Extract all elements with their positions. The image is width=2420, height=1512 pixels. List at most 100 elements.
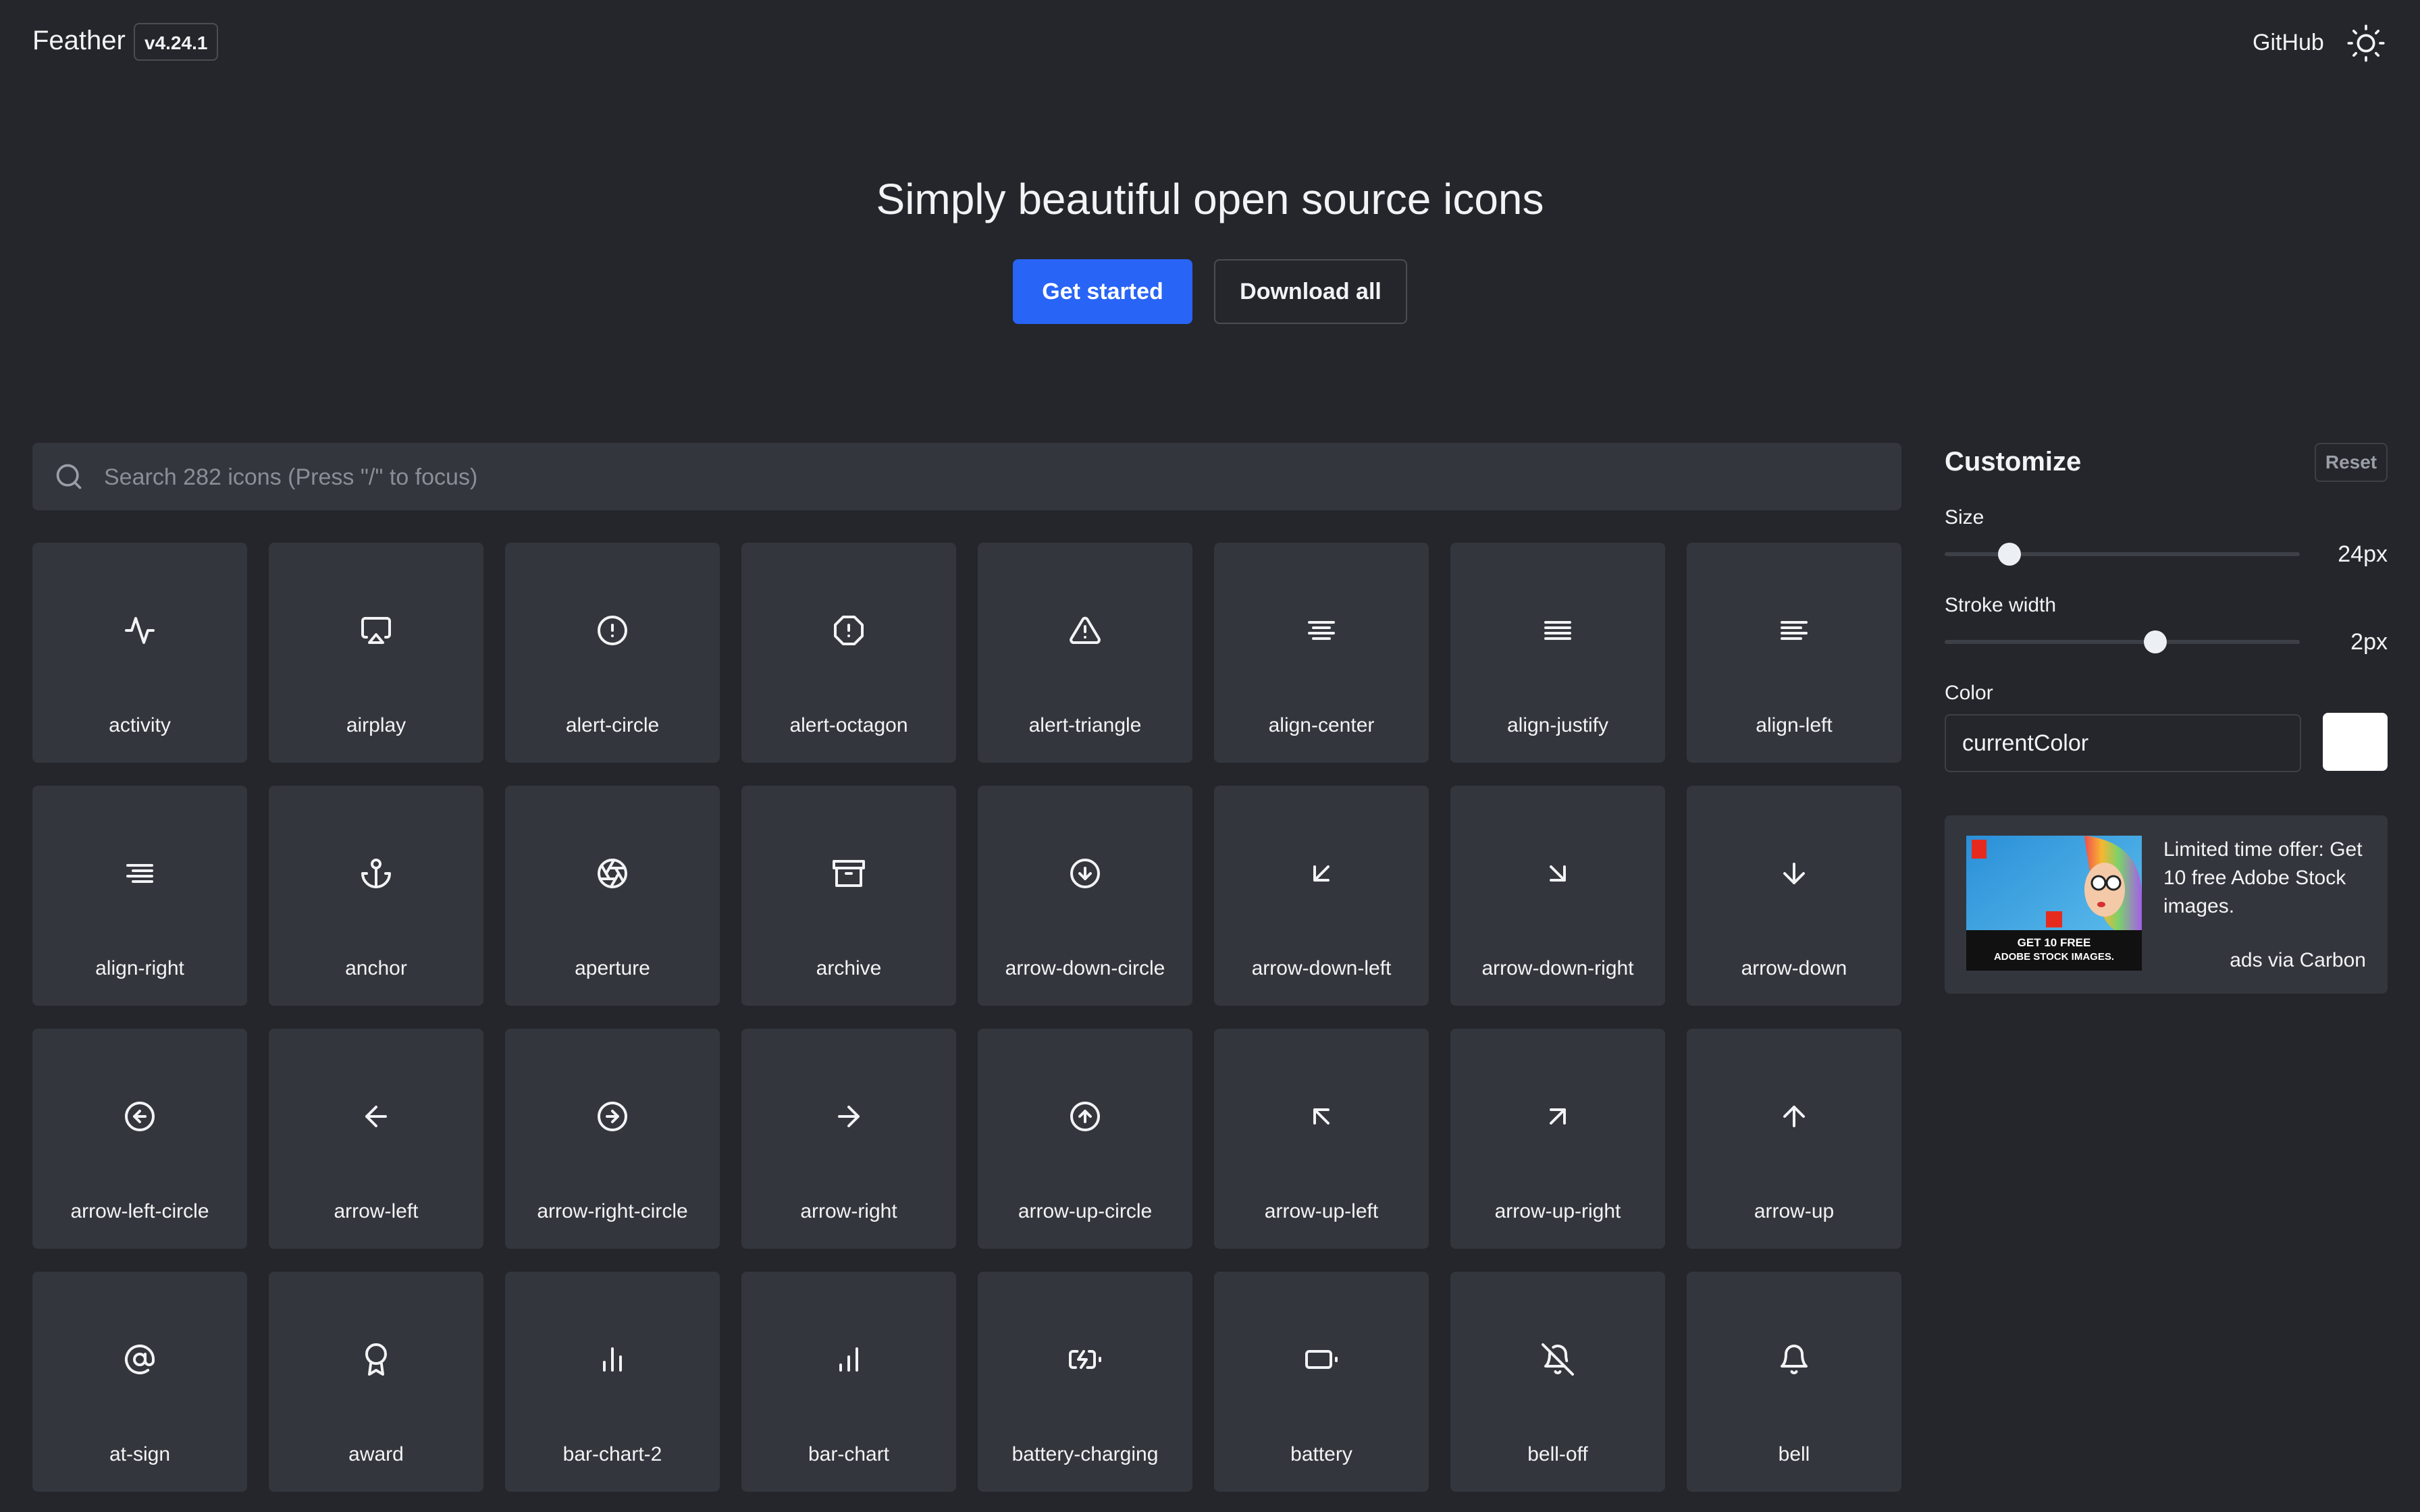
- anchor-icon: [361, 859, 391, 888]
- arrow-up-icon: [1783, 1106, 1805, 1127]
- carbon-ad[interactable]: GET 10 FREE ADOBE STOCK IMAGES. Limited …: [1945, 815, 2388, 994]
- search-bar[interactable]: [32, 443, 1901, 512]
- icon-tile-align-center[interactable]: align-center: [1214, 543, 1429, 763]
- icon-label: align-justify: [1506, 714, 1609, 736]
- icon-label: bell-off: [1527, 1443, 1588, 1465]
- logo[interactable]: Feather: [32, 26, 126, 56]
- stroke-width-slider-thumb[interactable]: [2144, 630, 2167, 653]
- icon-tile-bell[interactable]: bell: [1687, 1272, 1901, 1492]
- icon-tile-arrow-left[interactable]: arrow-left: [269, 1029, 483, 1249]
- icon-label: arrow-down-left: [1251, 957, 1392, 979]
- icon-tile-align-left[interactable]: align-left: [1687, 543, 1901, 763]
- arrow-left-circle-icon: [125, 1102, 155, 1131]
- icon-tile-arrow-right-circle[interactable]: arrow-right-circle: [505, 1029, 720, 1249]
- color-field[interactable]: [1945, 714, 2301, 772]
- size-value: 24px: [2338, 541, 2388, 567]
- arrow-down-icon: [1783, 863, 1805, 884]
- icon-label: award: [348, 1443, 404, 1465]
- icon-tile-arrow-up[interactable]: arrow-up: [1687, 1029, 1901, 1249]
- align-justify-icon: [1544, 621, 1571, 640]
- ad-image[interactable]: GET 10 FREE ADOBE STOCK IMAGES.: [1966, 836, 2142, 971]
- icon-tile-arrow-down-left[interactable]: arrow-down-left: [1214, 786, 1429, 1006]
- icon-label: arrow-up: [1754, 1200, 1835, 1222]
- size-slider-thumb[interactable]: [1997, 543, 2021, 566]
- arrow-left-icon: [365, 1106, 387, 1127]
- icon-label: align-left: [1756, 714, 1833, 736]
- download-all-button[interactable]: Download all: [1214, 259, 1407, 324]
- icon-tile-arrow-up-left[interactable]: arrow-up-left: [1214, 1029, 1429, 1249]
- icon-tile-arrow-left-circle[interactable]: arrow-left-circle: [32, 1029, 247, 1249]
- customize-title: Customize: [1945, 447, 2082, 477]
- icon-tile-alert-circle[interactable]: alert-circle: [505, 543, 720, 763]
- icon-tile-aperture[interactable]: aperture: [505, 786, 720, 1006]
- sun-icon: [2347, 24, 2385, 62]
- color-swatch[interactable]: [2323, 713, 2388, 771]
- stroke-width-slider[interactable]: [1945, 630, 2300, 653]
- reset-button[interactable]: Reset: [2315, 443, 2388, 482]
- icon-tile-arrow-right[interactable]: arrow-right: [741, 1029, 956, 1249]
- icon-tile-airplay[interactable]: airplay: [269, 543, 483, 763]
- icon-label: bar-chart-2: [562, 1443, 662, 1465]
- icon-tile-alert-octagon[interactable]: alert-octagon: [741, 543, 956, 763]
- ads-via-carbon-link[interactable]: ads via Carbon: [2230, 949, 2366, 972]
- icon-label: activity: [109, 714, 171, 736]
- top-bar: Feather v4.24.1 GitHub: [0, 0, 2420, 86]
- activity-icon: [125, 617, 155, 644]
- icon-grid: activity airplay alert-circle alert-octa…: [32, 543, 1901, 1492]
- battery-icon: [1305, 1350, 1338, 1369]
- icon-tile-archive[interactable]: archive: [741, 786, 956, 1006]
- icon-tile-bar-chart[interactable]: bar-chart: [741, 1272, 956, 1492]
- icon-tile-battery-charging[interactable]: battery-charging: [978, 1272, 1192, 1492]
- battery-charging-icon: [1069, 1350, 1101, 1369]
- icon-label: arrow-down-right: [1481, 957, 1634, 979]
- align-left-icon: [1781, 621, 1808, 640]
- size-slider[interactable]: [1945, 543, 2300, 566]
- icon-tile-alert-triangle[interactable]: alert-triangle: [978, 543, 1192, 763]
- icon-label: arrow-left: [334, 1200, 419, 1222]
- icon-tile-battery[interactable]: battery: [1214, 1272, 1429, 1492]
- arrow-up-left-icon: [1313, 1108, 1330, 1125]
- archive-icon: [833, 860, 865, 887]
- icon-tile-bell-off[interactable]: bell-off: [1450, 1272, 1665, 1492]
- ad-text[interactable]: Limited time offer: Get 10 free Adobe St…: [2163, 836, 2373, 921]
- icon-tile-anchor[interactable]: anchor: [269, 786, 483, 1006]
- icon-tile-arrow-up-circle[interactable]: arrow-up-circle: [978, 1029, 1192, 1249]
- stroke-width-value: 2px: [2350, 629, 2388, 655]
- icon-label: arrow-up-circle: [1018, 1200, 1153, 1222]
- airplay-icon: [361, 617, 391, 644]
- icon-tile-arrow-down[interactable]: arrow-down: [1687, 786, 1901, 1006]
- bar-chart-icon: [839, 1347, 858, 1372]
- icon-tile-activity[interactable]: activity: [32, 543, 247, 763]
- search-input[interactable]: [103, 443, 1861, 512]
- icon-tile-at-sign[interactable]: at-sign: [32, 1272, 247, 1492]
- icon-tile-bar-chart-2[interactable]: bar-chart-2: [505, 1272, 720, 1492]
- get-started-button[interactable]: Get started: [1013, 259, 1192, 324]
- icon-tile-arrow-up-right[interactable]: arrow-up-right: [1450, 1029, 1665, 1249]
- icon-label: alert-triangle: [1028, 714, 1142, 736]
- arrow-right-icon: [838, 1106, 860, 1127]
- hero-title: Simply beautiful open source icons: [876, 175, 1544, 223]
- arrow-right-circle-icon: [598, 1102, 627, 1131]
- aperture-icon: [598, 859, 627, 888]
- size-label: Size: [1945, 506, 1984, 529]
- search-icon: [56, 464, 82, 489]
- arrow-down-right-icon: [1550, 865, 1566, 882]
- icon-label: bar-chart: [808, 1443, 890, 1465]
- arrow-up-right-icon: [1550, 1108, 1566, 1125]
- theme-toggle-button[interactable]: [2347, 24, 2385, 62]
- icon-tile-award[interactable]: award: [269, 1272, 483, 1492]
- alert-circle-icon: [598, 616, 627, 645]
- icon-tile-align-right[interactable]: align-right: [32, 786, 247, 1006]
- icon-label: arrow-right-circle: [537, 1200, 688, 1222]
- icon-label: archive: [816, 957, 882, 979]
- icon-tile-arrow-down-circle[interactable]: arrow-down-circle: [978, 786, 1192, 1006]
- icon-label: arrow-right: [800, 1200, 897, 1222]
- icon-tile-align-justify[interactable]: align-justify: [1450, 543, 1665, 763]
- icon-tile-arrow-down-right[interactable]: arrow-down-right: [1450, 786, 1665, 1006]
- version-badge[interactable]: v4.24.1: [134, 23, 219, 61]
- alert-octagon-icon: [834, 616, 864, 645]
- align-right-icon: [126, 864, 153, 883]
- icon-label: airplay: [346, 714, 406, 736]
- icon-label: at-sign: [109, 1443, 171, 1465]
- github-link[interactable]: GitHub: [2253, 30, 2324, 56]
